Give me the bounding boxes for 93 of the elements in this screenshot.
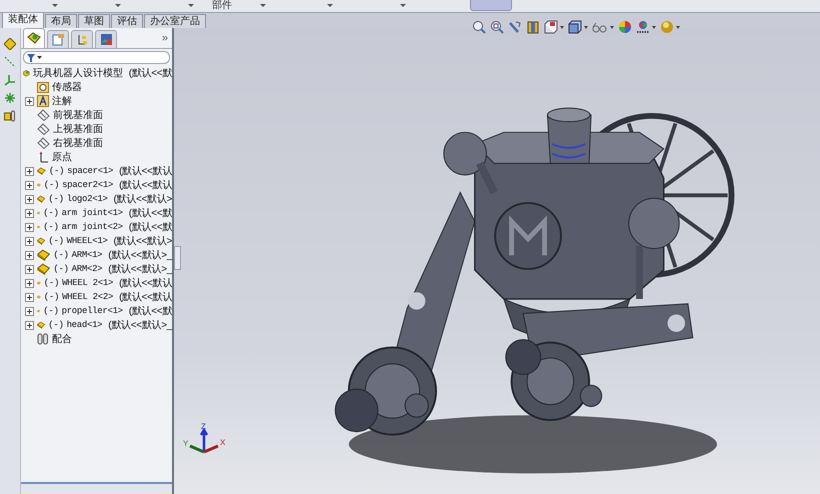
asterisk-icon[interactable] bbox=[4, 92, 16, 104]
part-icon bbox=[37, 249, 50, 261]
dotted-line-icon[interactable] bbox=[4, 56, 16, 68]
tree-item[interactable]: 玩具机器人设计模型 (默认<<默 bbox=[21, 66, 172, 80]
command-tab[interactable]: 布局 bbox=[45, 14, 77, 28]
tree-item[interactable]: 传感器 bbox=[21, 80, 172, 94]
feature-tree-icon bbox=[27, 32, 41, 45]
zoom-area-icon[interactable] bbox=[490, 20, 504, 34]
dropdown-caret-icon[interactable] bbox=[584, 26, 588, 28]
tree-item[interactable]: (-) head<1> (默认<<默认>_ bbox=[21, 318, 172, 332]
view-orientation-icon[interactable] bbox=[544, 20, 558, 34]
dropdown-caret-icon[interactable] bbox=[37, 56, 42, 59]
expand-icon[interactable] bbox=[25, 180, 34, 190]
dropdown-caret-icon[interactable] bbox=[676, 26, 680, 28]
dropdown-caret-icon[interactable] bbox=[260, 4, 266, 7]
part-icon bbox=[37, 165, 46, 177]
plane-icon bbox=[37, 123, 50, 135]
mates-icon[interactable] bbox=[4, 110, 16, 122]
scene-icon[interactable] bbox=[636, 20, 650, 34]
filter-icon bbox=[27, 54, 35, 62]
sensor-folder-icon bbox=[37, 81, 49, 93]
tree-item[interactable]: (-) arm joint<2> (默认<<默 bbox=[21, 220, 172, 234]
tree-item[interactable]: (-) spacer<1> (默认<<默认 bbox=[21, 164, 172, 178]
expand-icon[interactable] bbox=[25, 278, 34, 288]
dropdown-caret-icon[interactable] bbox=[400, 4, 406, 7]
mates-icon bbox=[37, 333, 49, 345]
command-tab[interactable]: 装配体 bbox=[2, 12, 44, 28]
command-tab[interactable]: 办公室产品 bbox=[144, 14, 206, 28]
expand-icon[interactable] bbox=[25, 320, 34, 330]
tree-item[interactable]: (-) WHEEL 2<1> (默认<<默认 bbox=[21, 276, 172, 290]
part-icon bbox=[37, 235, 46, 247]
panel-tab[interactable] bbox=[71, 30, 93, 48]
tree-item[interactable]: 前视基准面 bbox=[21, 108, 172, 122]
expand-icon[interactable] bbox=[25, 166, 34, 176]
expand-icon[interactable] bbox=[25, 96, 34, 106]
origin-icon bbox=[37, 151, 49, 163]
filter-field[interactable] bbox=[23, 51, 170, 64]
expand-icon[interactable] bbox=[25, 222, 34, 232]
axes-icon[interactable] bbox=[4, 74, 16, 86]
glasses-icon[interactable] bbox=[592, 20, 608, 34]
panel-tab[interactable] bbox=[95, 30, 117, 48]
tree-item[interactable]: (-) spacer2<1> (默认<<默认 bbox=[21, 178, 172, 192]
section-view-icon[interactable] bbox=[526, 20, 540, 34]
appearance-icon[interactable] bbox=[618, 20, 632, 34]
y-axis-label: Y bbox=[183, 439, 188, 448]
tree-item[interactable]: (-) logo2<1> (默认<<默认> bbox=[21, 192, 172, 206]
zoom-to-fit-icon[interactable] bbox=[472, 20, 486, 34]
tree-item[interactable]: 上视基准面 bbox=[21, 122, 172, 136]
command-tab[interactable]: 评估 bbox=[111, 14, 143, 28]
panel-tab[interactable] bbox=[23, 28, 45, 48]
tree-item[interactable]: (-) ARM<2> (默认<<默认>_ bbox=[21, 262, 172, 276]
command-tab[interactable]: 草图 bbox=[78, 14, 110, 28]
tree-item[interactable]: (-) WHEEL<1> (默认<<默认> bbox=[21, 234, 172, 248]
cube-icon[interactable] bbox=[568, 20, 582, 34]
tree-item[interactable]: 注解 bbox=[21, 94, 172, 108]
expand-icon[interactable] bbox=[25, 194, 34, 204]
dropdown-caret-icon[interactable] bbox=[115, 4, 121, 7]
expand-icon[interactable] bbox=[25, 292, 34, 302]
tree-item[interactable]: (-) propeller<1> (默认<<默 bbox=[21, 304, 172, 318]
diamond-icon[interactable] bbox=[4, 38, 16, 50]
configuration-icon bbox=[76, 33, 88, 46]
tree-item[interactable]: 原点 bbox=[21, 150, 172, 164]
expand-icon[interactable] bbox=[25, 264, 34, 274]
horizontal-scrollbar[interactable] bbox=[21, 482, 172, 494]
x-axis-label: X bbox=[220, 438, 226, 447]
tree-item[interactable]: (-) WHEEL 2<2> (默认<<默认 bbox=[21, 290, 172, 304]
expand-icon[interactable] bbox=[25, 236, 34, 246]
dropdown-caret-icon[interactable] bbox=[188, 4, 194, 7]
expand-icon[interactable] bbox=[25, 208, 34, 218]
expand-icon[interactable] bbox=[25, 306, 34, 316]
previous-view-icon[interactable] bbox=[508, 20, 522, 34]
more-tabs[interactable]: » bbox=[162, 32, 168, 44]
plane-icon bbox=[37, 109, 50, 121]
property-icon bbox=[52, 33, 64, 46]
plane-icon bbox=[37, 137, 50, 149]
dropdown-caret-icon[interactable] bbox=[652, 26, 656, 28]
tree-item[interactable]: 右视基准面 bbox=[21, 136, 172, 150]
panel-tab[interactable] bbox=[47, 30, 69, 48]
assembly-icon bbox=[23, 67, 30, 79]
dropdown-caret-icon[interactable] bbox=[560, 26, 564, 28]
tree-item[interactable]: 配合 bbox=[21, 332, 172, 346]
dropdown-caret-icon[interactable] bbox=[52, 4, 58, 7]
panel-splitter-handle[interactable] bbox=[174, 246, 181, 270]
annotation-icon bbox=[37, 95, 49, 107]
display-manager-icon bbox=[100, 33, 112, 46]
dropdown-caret-icon[interactable] bbox=[610, 26, 614, 28]
part-icon bbox=[37, 319, 46, 331]
dropdown-caret-icon[interactable] bbox=[327, 4, 333, 7]
part-icon bbox=[37, 263, 50, 275]
tree-item[interactable]: (-) ARM<1> (默认<<默认>_ bbox=[21, 248, 172, 262]
expand-icon[interactable] bbox=[25, 250, 34, 260]
part-icon bbox=[37, 193, 46, 205]
tree-item[interactable]: (-) arm joint<1> (默认<<默 bbox=[21, 206, 172, 220]
